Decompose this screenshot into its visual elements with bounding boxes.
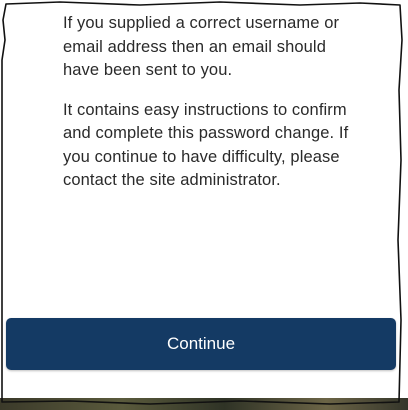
- message-paragraph-email-sent: If you supplied a correct username or em…: [63, 14, 340, 79]
- confirmation-message: If you supplied a correct username or em…: [63, 12, 353, 193]
- background-photo-strip: [0, 398, 408, 410]
- message-paragraph-instructions: It contains easy instructions to confirm…: [63, 100, 349, 190]
- continue-button[interactable]: Continue: [6, 318, 396, 370]
- screenshot-frame: If you supplied a correct username or em…: [0, 0, 408, 410]
